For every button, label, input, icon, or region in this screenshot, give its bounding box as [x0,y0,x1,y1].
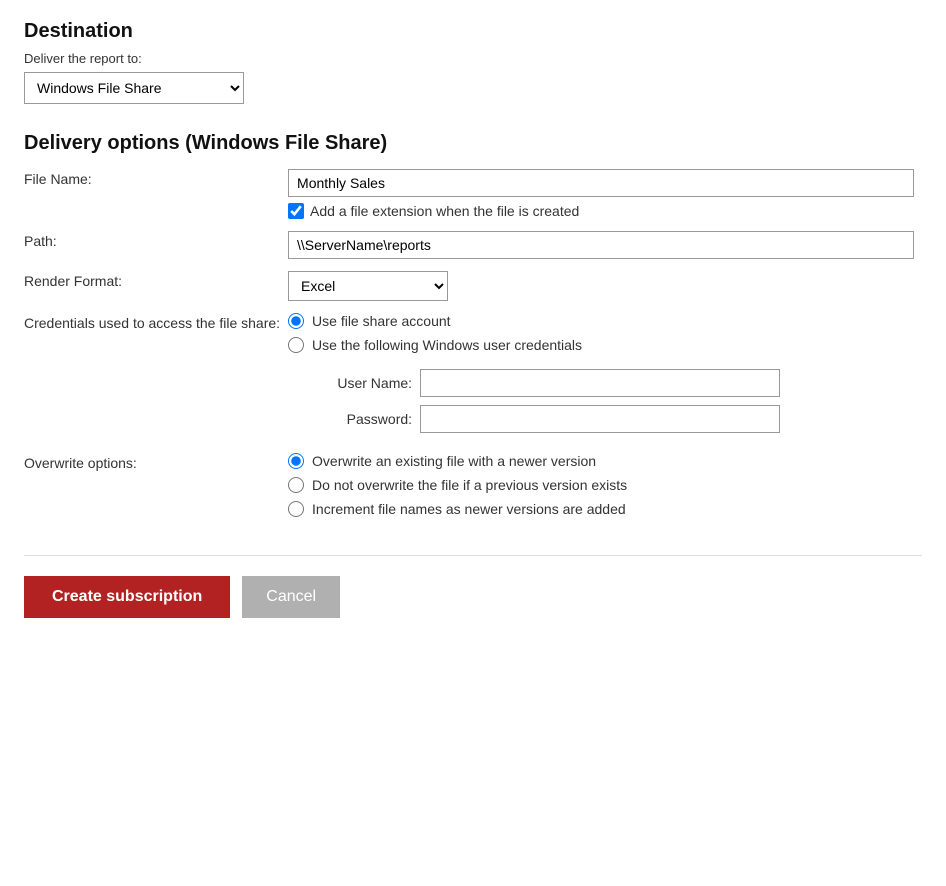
overwrite-option2-row: Do not overwrite the file if a previous … [288,477,914,493]
overwrite-field-cell: Overwrite an existing file with a newer … [288,447,922,523]
credentials-option2-row: Use the following Windows user credentia… [288,337,914,353]
destination-section: Destination Deliver the report to: Windo… [24,20,922,104]
credentials-label: Credentials used to access the file shar… [24,307,288,447]
overwrite-radio-1[interactable] [288,453,304,469]
path-row: Path: [24,225,922,265]
file-name-label: File Name: [24,163,288,225]
file-name-row: File Name: Add a file extension when the… [24,163,922,225]
username-label: User Name: [312,375,412,391]
password-input[interactable] [420,405,780,433]
overwrite-option3-row: Increment file names as newer versions a… [288,501,914,517]
path-label: Path: [24,225,288,265]
button-row: Create subscription Cancel [24,576,922,618]
destination-dropdown[interactable]: Windows File ShareEmailDocument Library [24,72,244,104]
credentials-radio-group: Use file share account Use the following… [288,313,914,441]
render-format-row: Render Format: ExcelPDFWordCSVXML [24,265,922,307]
overwrite-radio-group: Overwrite an existing file with a newer … [288,453,914,517]
username-row: User Name: [312,369,914,397]
cancel-button[interactable]: Cancel [242,576,340,618]
deliver-label: Deliver the report to: [24,51,922,66]
add-extension-checkbox[interactable] [288,203,304,219]
password-row: Password: [312,405,914,433]
overwrite-radio-3[interactable] [288,501,304,517]
create-subscription-button[interactable]: Create subscription [24,576,230,618]
overwrite-radio-2[interactable] [288,477,304,493]
render-format-label: Render Format: [24,265,288,307]
overwrite-option1-label: Overwrite an existing file with a newer … [312,453,596,469]
overwrite-option3-label: Increment file names as newer versions a… [312,501,626,517]
delivery-title: Delivery options (Windows File Share) [24,132,922,155]
render-format-field-cell: ExcelPDFWordCSVXML [288,265,922,307]
password-label: Password: [312,411,412,427]
add-extension-label: Add a file extension when the file is cr… [310,203,579,219]
delivery-section: Delivery options (Windows File Share) Fi… [24,132,922,523]
overwrite-label: Overwrite options: [24,447,288,523]
credentials-radio-1[interactable] [288,313,304,329]
credentials-option1-row: Use file share account [288,313,914,329]
section-divider [24,555,922,556]
render-format-dropdown[interactable]: ExcelPDFWordCSVXML [288,271,448,301]
destination-title: Destination [24,20,922,43]
overwrite-option2-label: Do not overwrite the file if a previous … [312,477,627,493]
file-name-field-cell: Add a file extension when the file is cr… [288,163,922,225]
overwrite-option1-row: Overwrite an existing file with a newer … [288,453,914,469]
path-field-cell [288,225,922,265]
add-extension-row: Add a file extension when the file is cr… [288,203,914,219]
credentials-sub-fields: User Name: Password: [312,369,914,441]
delivery-form-table: File Name: Add a file extension when the… [24,163,922,523]
credentials-row: Credentials used to access the file shar… [24,307,922,447]
credentials-field-cell: Use file share account Use the following… [288,307,922,447]
username-input[interactable] [420,369,780,397]
credentials-option2-label: Use the following Windows user credentia… [312,337,582,353]
credentials-radio-2[interactable] [288,337,304,353]
overwrite-row: Overwrite options: Overwrite an existing… [24,447,922,523]
path-input[interactable] [288,231,914,259]
file-name-input[interactable] [288,169,914,197]
credentials-option1-label: Use file share account [312,313,451,329]
